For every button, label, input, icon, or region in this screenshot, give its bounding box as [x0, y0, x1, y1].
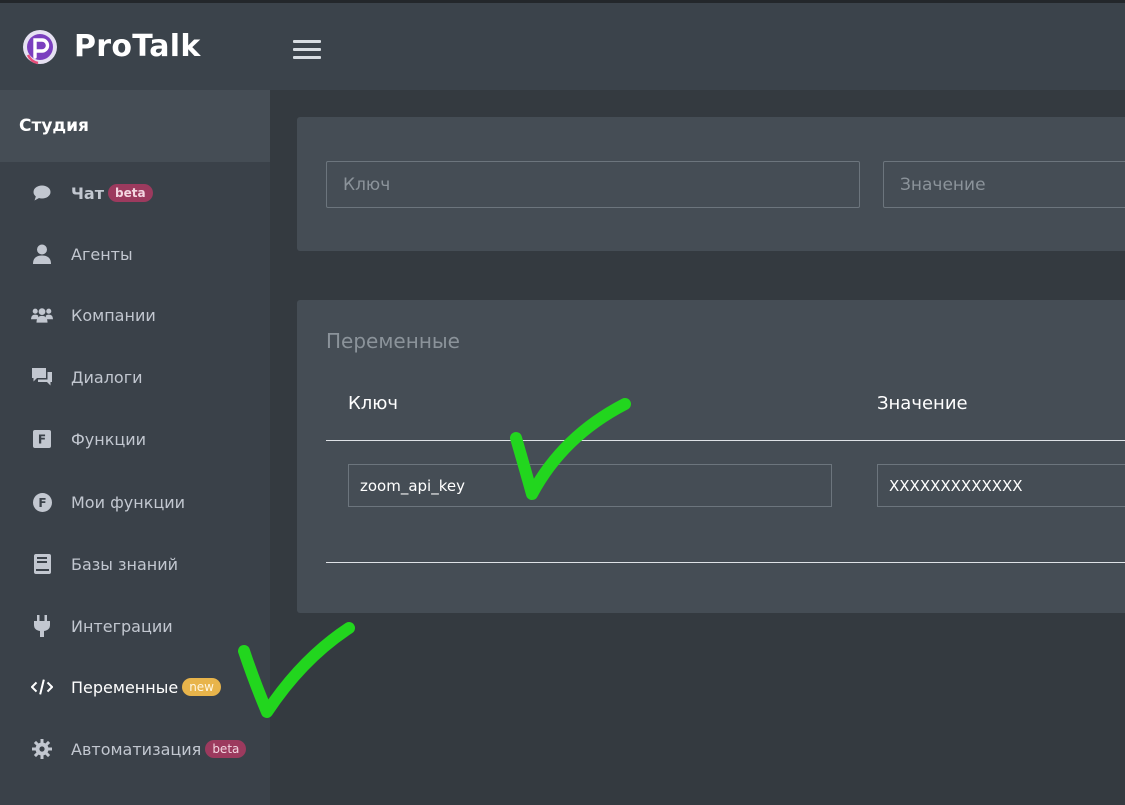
user-icon [31, 243, 53, 265]
sidebar-item-label: Базы знаний [71, 554, 179, 574]
sidebar-item-label: Переменные [71, 677, 179, 697]
sidebar-item-my-functions[interactable]: F Мои функции [0, 482, 270, 522]
value-input[interactable] [883, 161, 1125, 208]
svg-text:F: F [38, 496, 46, 510]
sidebar-item-label: Интеграции [71, 616, 173, 636]
beta-badge: beta [205, 740, 247, 758]
sidebar-item-dialogs[interactable]: Диалоги [0, 357, 270, 397]
brand-name: ProTalk [74, 29, 201, 64]
key-input[interactable] [326, 161, 860, 208]
sidebar-item-label: Мои функции [71, 492, 186, 512]
comments-icon [31, 366, 53, 388]
book-icon [31, 553, 53, 575]
variable-value-field[interactable] [877, 464, 1125, 507]
svg-text:F: F [38, 433, 46, 447]
sidebar-item-knowledge-bases[interactable]: Базы знаний [0, 544, 270, 584]
sidebar-item-functions[interactable]: F Функции [0, 419, 270, 459]
chat-bubble-icon [31, 182, 53, 204]
gear-icon [31, 738, 53, 760]
function-circle-icon: F [31, 491, 53, 513]
sidebar-section-title: Студия [0, 90, 270, 162]
top-bar: ProTalk [0, 0, 1125, 90]
menu-toggle-icon[interactable] [293, 40, 321, 62]
sidebar-item-label: Функции [71, 429, 147, 449]
code-icon [31, 676, 53, 698]
sidebar-item-agents[interactable]: Агенты [0, 234, 270, 274]
sidebar-item-label: Агенты [71, 244, 133, 264]
sidebar-item-integrations[interactable]: Интеграции [0, 606, 270, 646]
column-header-value: Значение [877, 393, 968, 414]
sidebar-item-label: Компании [71, 305, 156, 325]
variable-key-field[interactable] [348, 464, 832, 507]
sidebar-item-companies[interactable]: Компании [0, 295, 270, 335]
sidebar-item-automation[interactable]: Автоматизация beta [0, 729, 270, 769]
new-badge: new [182, 678, 221, 696]
sidebar-item-label: Автоматизация [71, 739, 202, 759]
sidebar-item-label: Чат [71, 183, 104, 203]
variables-card-title: Переменные [326, 329, 460, 353]
table-bottom-divider [326, 562, 1125, 563]
users-group-icon [31, 304, 53, 326]
protalk-logo-icon [23, 30, 57, 65]
column-header-key: Ключ [348, 393, 399, 414]
sidebar-item-variables[interactable]: Переменные new [0, 667, 270, 707]
function-square-icon: F [31, 428, 53, 450]
plug-icon [31, 615, 53, 637]
sidebar-item-label: Диалоги [71, 367, 143, 387]
table-header-divider [326, 440, 1125, 441]
sidebar-item-chat[interactable]: Чат beta [0, 173, 270, 213]
beta-badge: beta [108, 184, 153, 202]
